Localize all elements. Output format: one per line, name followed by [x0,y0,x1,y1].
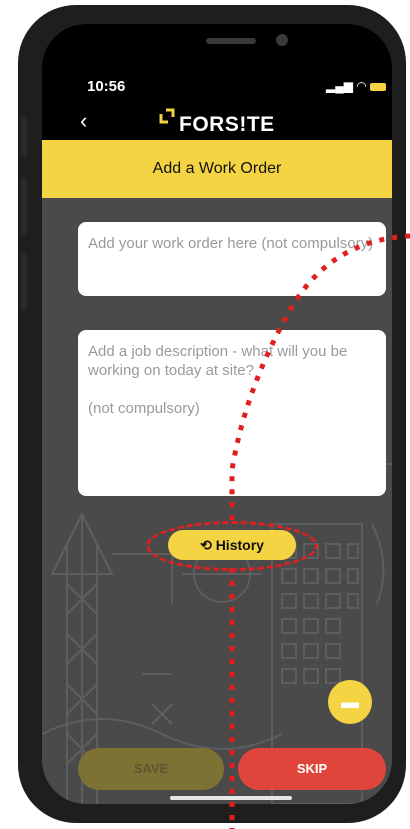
annotation-dotted-path [229,233,410,829]
